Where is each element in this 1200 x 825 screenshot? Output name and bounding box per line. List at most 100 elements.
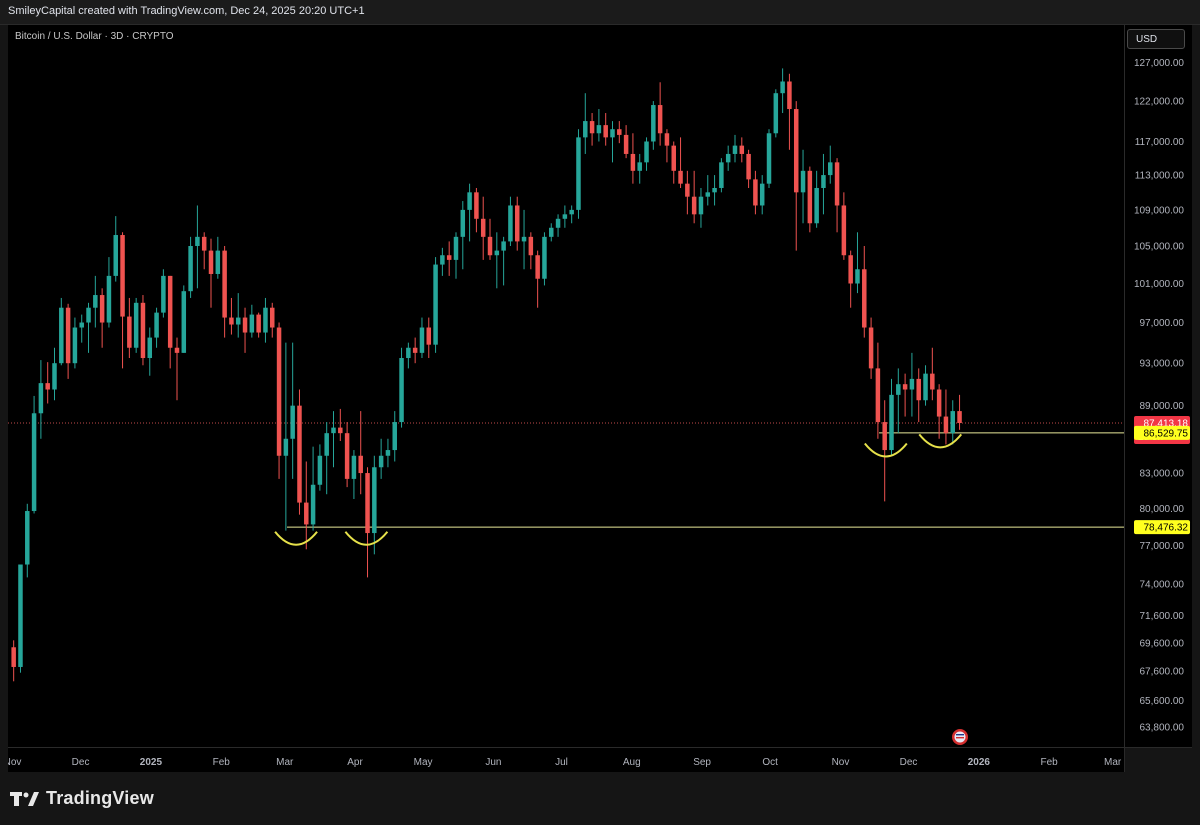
candle-body[interactable] <box>603 125 608 138</box>
candle-body[interactable] <box>773 93 779 134</box>
candle-body[interactable] <box>923 373 928 401</box>
candle-body[interactable] <box>828 162 833 176</box>
candle-body[interactable] <box>821 175 826 188</box>
candle-body[interactable] <box>317 455 323 485</box>
candle-body[interactable] <box>338 427 343 434</box>
candle-body[interactable] <box>936 389 942 417</box>
candle-body[interactable] <box>875 368 881 423</box>
candle-body[interactable] <box>528 236 534 256</box>
candle-body[interactable] <box>521 236 527 242</box>
candle-body[interactable] <box>433 264 438 345</box>
candle-body[interactable] <box>617 129 622 135</box>
candle-body[interactable] <box>576 137 581 210</box>
candle-body[interactable] <box>882 422 887 451</box>
candle-body[interactable] <box>290 405 295 439</box>
candle-body[interactable] <box>31 413 37 512</box>
candle-body[interactable] <box>188 245 193 292</box>
candle-body[interactable] <box>780 81 785 94</box>
candle-body[interactable] <box>106 275 112 323</box>
candle-body[interactable] <box>270 307 275 328</box>
candle-body[interactable] <box>406 347 411 359</box>
candle-body[interactable] <box>283 438 289 456</box>
candle-body[interactable] <box>215 250 221 274</box>
candle-body[interactable] <box>372 467 377 534</box>
tradingview-brand[interactable]: TradingView <box>10 788 154 809</box>
candle-body[interactable] <box>889 394 894 451</box>
candle-body[interactable] <box>38 383 44 414</box>
candle-body[interactable] <box>249 314 255 333</box>
candle-body[interactable] <box>304 502 309 525</box>
candle-body[interactable] <box>916 378 921 401</box>
candle-body[interactable] <box>446 255 452 260</box>
candle-body[interactable] <box>25 511 30 565</box>
candle-body[interactable] <box>705 192 711 197</box>
candle-body[interactable] <box>868 327 874 369</box>
candle-body[interactable] <box>229 317 234 325</box>
candle-body[interactable] <box>45 383 50 390</box>
candle-body[interactable] <box>514 205 520 242</box>
candle-body[interactable] <box>133 302 139 348</box>
candle-body[interactable] <box>11 647 16 667</box>
candle-body[interactable] <box>862 269 867 328</box>
candle-body[interactable] <box>460 209 466 237</box>
candle-body[interactable] <box>950 411 955 434</box>
candle-body[interactable] <box>324 433 329 456</box>
candle-body[interactable] <box>746 153 751 180</box>
candle-body[interactable] <box>589 121 595 134</box>
candle-body[interactable] <box>174 347 180 353</box>
candle-body[interactable] <box>902 384 908 390</box>
candle-body[interactable] <box>848 255 853 284</box>
candle-body[interactable] <box>99 295 105 323</box>
candle-body[interactable] <box>651 105 656 142</box>
candle-body[interactable] <box>542 236 547 279</box>
candle-body[interactable] <box>453 236 459 260</box>
candle-body[interactable] <box>161 275 166 313</box>
candle-body[interactable] <box>787 81 792 110</box>
candle-body[interactable] <box>671 145 676 171</box>
candle-body[interactable] <box>732 145 738 154</box>
candle-body[interactable] <box>583 121 588 138</box>
candle-body[interactable] <box>235 317 241 325</box>
candle-body[interactable] <box>739 145 745 154</box>
candle-body[interactable] <box>664 133 670 146</box>
candle-body[interactable] <box>385 450 391 456</box>
candle-body[interactable] <box>644 141 649 163</box>
candle-body[interactable] <box>957 411 962 424</box>
candle-body[interactable] <box>242 317 248 333</box>
candlestick-chart[interactable]: 127,000.00 122,000.00 117,000.00 113,000.00… <box>8 25 1192 772</box>
candle-body[interactable] <box>378 455 384 468</box>
candle-body[interactable] <box>140 302 146 359</box>
candle-body[interactable] <box>855 269 860 284</box>
candle-body[interactable] <box>930 373 935 390</box>
candle-body[interactable] <box>208 250 214 274</box>
candle-body[interactable] <box>712 187 717 193</box>
candle-body[interactable] <box>909 378 915 390</box>
candle-body[interactable] <box>759 183 765 206</box>
candle-body[interactable] <box>127 316 132 348</box>
candle-body[interactable] <box>18 564 23 667</box>
candle-body[interactable] <box>310 484 316 525</box>
candle-body[interactable] <box>691 196 697 215</box>
candle-body[interactable] <box>610 129 615 138</box>
candle-body[interactable] <box>201 236 207 251</box>
candle-body[interactable] <box>766 133 772 184</box>
candle-body[interactable] <box>623 134 629 154</box>
candle-body[interactable] <box>222 250 227 318</box>
candle-body[interactable] <box>555 218 561 228</box>
candle-body[interactable] <box>535 255 540 279</box>
candle-body[interactable] <box>392 422 397 451</box>
candle-body[interactable] <box>834 162 840 206</box>
candle-body[interactable] <box>256 314 261 333</box>
candle-body[interactable] <box>501 241 506 251</box>
candle-body[interactable] <box>351 455 357 479</box>
candle-body[interactable] <box>480 218 486 237</box>
candle-body[interactable] <box>195 236 200 246</box>
candle-body[interactable] <box>753 179 758 206</box>
candle-body[interactable] <box>814 187 819 224</box>
candle-body[interactable] <box>419 327 425 353</box>
candle-body[interactable] <box>154 312 159 338</box>
candle-body[interactable] <box>412 347 418 353</box>
candle-body[interactable] <box>487 236 493 256</box>
candle-body[interactable] <box>399 358 404 423</box>
candle-body[interactable] <box>841 205 847 256</box>
